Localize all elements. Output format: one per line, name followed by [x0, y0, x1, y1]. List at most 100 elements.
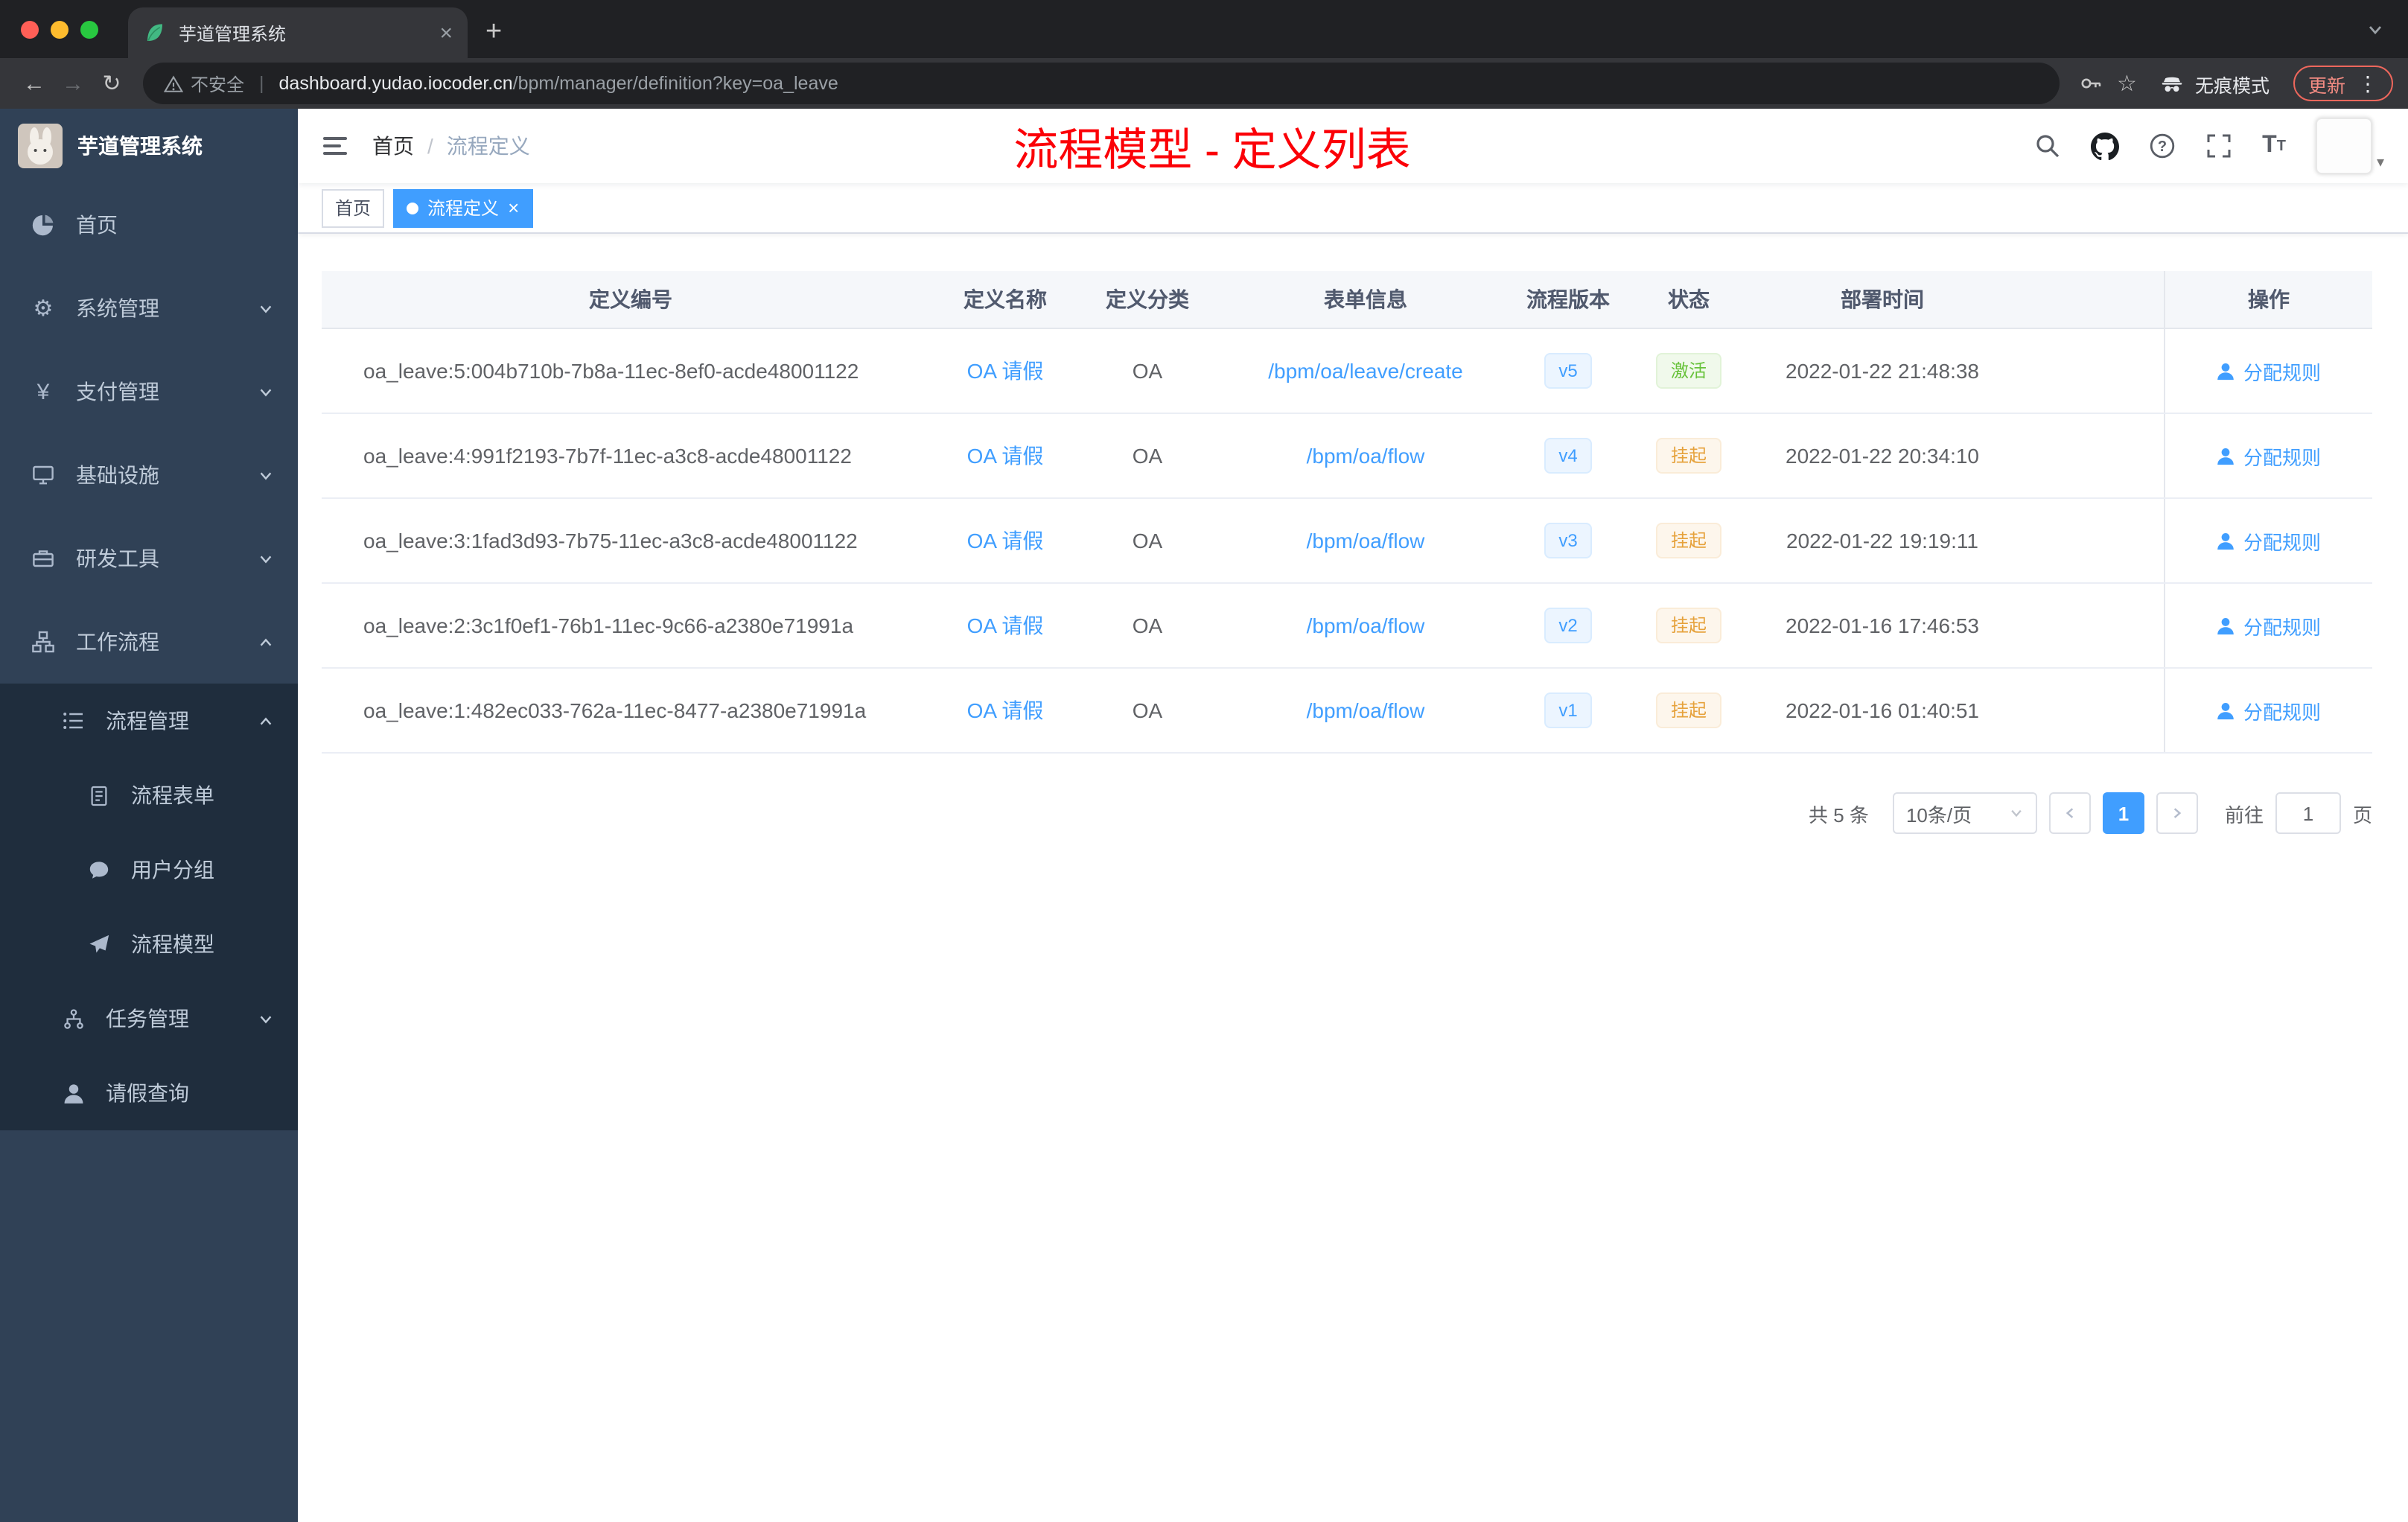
prev-page-button[interactable] — [2048, 792, 2091, 834]
deploy-time-cell: 2022-01-22 19:19:11 — [1786, 529, 1978, 553]
column-header-filler — [2016, 271, 2164, 328]
fullscreen-icon[interactable] — [2205, 133, 2232, 159]
sidebar-item-home[interactable]: 首页 — [0, 183, 298, 267]
form-link[interactable]: /bpm/oa/flow — [1307, 698, 1425, 722]
definition-name-link[interactable]: OA 请假 — [967, 611, 1044, 640]
user-menu[interactable]: ▾ — [2315, 118, 2384, 174]
chevron-down-icon — [2009, 806, 2024, 821]
column-header: 部署时间 — [1841, 287, 1924, 311]
sidebar-item-payment[interactable]: ¥ 支付管理 — [0, 350, 298, 433]
sidebar-toggle-icon[interactable] — [298, 131, 372, 161]
tag-close-icon[interactable]: × — [508, 198, 519, 217]
font-size-icon[interactable]: TT — [2262, 133, 2286, 159]
definition-name-link[interactable]: OA 请假 — [967, 356, 1044, 386]
column-header: 操作 — [2164, 271, 2372, 328]
definition-name-link[interactable]: OA 请假 — [967, 526, 1044, 555]
table-row: oa_leave:5:004b710b-7b8a-11ec-8ef0-acde4… — [322, 329, 2372, 414]
browser-menu-icon[interactable]: ⋮ — [2357, 71, 2378, 96]
tag-home[interactable]: 首页 — [322, 188, 385, 227]
page-size-select[interactable]: 10条/页 — [1892, 792, 2037, 834]
sidebar-item-workflow[interactable]: 工作流程 — [0, 600, 298, 684]
sidebar-item-task-management[interactable]: 任务管理 — [0, 981, 298, 1056]
sidebar-item-leave-query[interactable]: 请假查询 — [0, 1056, 298, 1130]
definition-name-link[interactable]: OA 请假 — [967, 441, 1044, 471]
bookmark-star-icon[interactable]: ☆ — [2117, 70, 2137, 97]
sidebar-item-devtools[interactable]: 研发工具 — [0, 517, 298, 600]
column-header: 定义名称 — [963, 287, 1047, 311]
assign-rule-link[interactable]: 分配规则 — [2217, 696, 2321, 725]
sidebar-item-process-management[interactable]: 流程管理 — [0, 684, 298, 758]
chevron-down-icon — [258, 300, 274, 316]
password-key-icon[interactable] — [2078, 71, 2102, 95]
form-link[interactable]: /bpm/oa/flow — [1307, 444, 1425, 468]
deploy-time-cell: 2022-01-22 21:48:38 — [1786, 359, 1979, 383]
ordered-list-icon — [60, 709, 86, 733]
sidebar-item-process-form[interactable]: 流程表单 — [0, 758, 298, 832]
definition-id-cell: oa_leave:2:3c1f0ef1-76b1-11ec-9c66-a2380… — [363, 614, 854, 637]
deploy-time-cell: 2022-01-16 01:40:51 — [1786, 698, 1979, 722]
form-link[interactable]: /bpm/oa/flow — [1307, 529, 1425, 553]
browser-chrome: 芋道管理系统 × + ← → ↻ 不安全 | dashboard.yudao.i… — [0, 0, 2408, 109]
tab-menu-chevron-icon[interactable] — [2366, 20, 2384, 38]
minimize-window-button[interactable] — [51, 20, 69, 38]
new-tab-button[interactable]: + — [485, 18, 502, 46]
close-window-button[interactable] — [21, 20, 39, 38]
assign-rule-link[interactable]: 分配规则 — [2217, 357, 2321, 385]
tag-label: 流程定义 — [427, 198, 500, 219]
category-cell: OA — [1132, 614, 1163, 637]
version-tag: v4 — [1544, 438, 1593, 474]
version-tag: v2 — [1544, 608, 1593, 643]
next-page-button[interactable] — [2156, 792, 2198, 834]
browser-update-button[interactable]: 更新 ⋮ — [2293, 66, 2393, 101]
form-link[interactable]: /bpm/oa/flow — [1307, 614, 1425, 637]
back-button[interactable]: ← — [15, 71, 54, 96]
yen-icon: ¥ — [36, 379, 50, 404]
sidebar-item-user-group[interactable]: 用户分组 — [0, 832, 298, 907]
assign-rule-link[interactable]: 分配规则 — [2217, 526, 2321, 555]
column-header: 定义编号 — [589, 287, 672, 311]
browser-tab[interactable]: 芋道管理系统 × — [128, 7, 468, 58]
chevron-up-icon — [258, 634, 274, 650]
tag-label: 首页 — [335, 198, 372, 219]
chevron-down-icon — [258, 1010, 274, 1027]
sidebar-item-label: 基础设施 — [76, 463, 159, 487]
pagination-total: 共 5 条 — [1809, 803, 1869, 826]
sidebar-item-label: 请假查询 — [106, 1081, 189, 1105]
definition-table: 定义编号 定义名称 定义分类 表单信息 流程版本 状态 部署时间 操作 oa_l… — [322, 271, 2372, 754]
tab-close-icon[interactable]: × — [439, 22, 453, 44]
sidebar-item-label: 任务管理 — [106, 1007, 189, 1031]
chevron-down-icon — [258, 467, 274, 483]
github-icon[interactable] — [2091, 132, 2120, 160]
search-icon[interactable] — [2034, 133, 2061, 159]
user-avatar — [2315, 118, 2372, 174]
incognito-label: 无痕模式 — [2194, 75, 2270, 96]
sidebar-item-system[interactable]: ⚙ 系统管理 — [0, 267, 298, 350]
breadcrumb-home[interactable]: 首页 — [372, 131, 414, 161]
definition-name-link[interactable]: OA 请假 — [967, 695, 1044, 725]
navbar: 首页 / 流程定义 流程模型 - 定义列表 ? T T ▾ — [298, 109, 2408, 183]
zoom-window-button[interactable] — [80, 20, 98, 38]
dashboard-icon — [30, 213, 57, 237]
address-bar[interactable]: 不安全 | dashboard.yudao.iocoder.cn/bpm/man… — [143, 63, 2060, 104]
reload-button[interactable]: ↻ — [92, 70, 131, 97]
security-indicator[interactable]: 不安全 — [164, 71, 244, 96]
page-goto-input[interactable] — [2275, 792, 2341, 834]
browser-tabstrip: 芋道管理系统 × + — [0, 0, 2408, 58]
tag-process-definition[interactable]: 流程定义 × — [393, 188, 533, 227]
assign-rule-link[interactable]: 分配规则 — [2217, 442, 2321, 470]
page-number-button[interactable]: 1 — [2102, 792, 2144, 834]
sidebar-item-process-model[interactable]: 流程模型 — [0, 907, 298, 981]
form-link[interactable]: /bpm/oa/leave/create — [1268, 359, 1463, 383]
tab-title: 芋道管理系统 — [179, 23, 287, 44]
category-cell: OA — [1132, 359, 1163, 383]
person-icon — [2218, 617, 2235, 634]
monitor-icon — [30, 463, 57, 487]
table-header: 定义编号 定义名称 定义分类 表单信息 流程版本 状态 部署时间 操作 — [322, 271, 2372, 329]
version-tag: v1 — [1544, 692, 1593, 728]
help-icon[interactable]: ? — [2149, 133, 2176, 159]
incognito-indicator: 无痕模式 — [2159, 69, 2270, 98]
deploy-time-cell: 2022-01-22 20:34:10 — [1786, 444, 1979, 468]
assign-rule-link[interactable]: 分配规则 — [2217, 611, 2321, 640]
sidebar-item-infrastructure[interactable]: 基础设施 — [0, 433, 298, 517]
forward-button[interactable]: → — [54, 71, 92, 96]
